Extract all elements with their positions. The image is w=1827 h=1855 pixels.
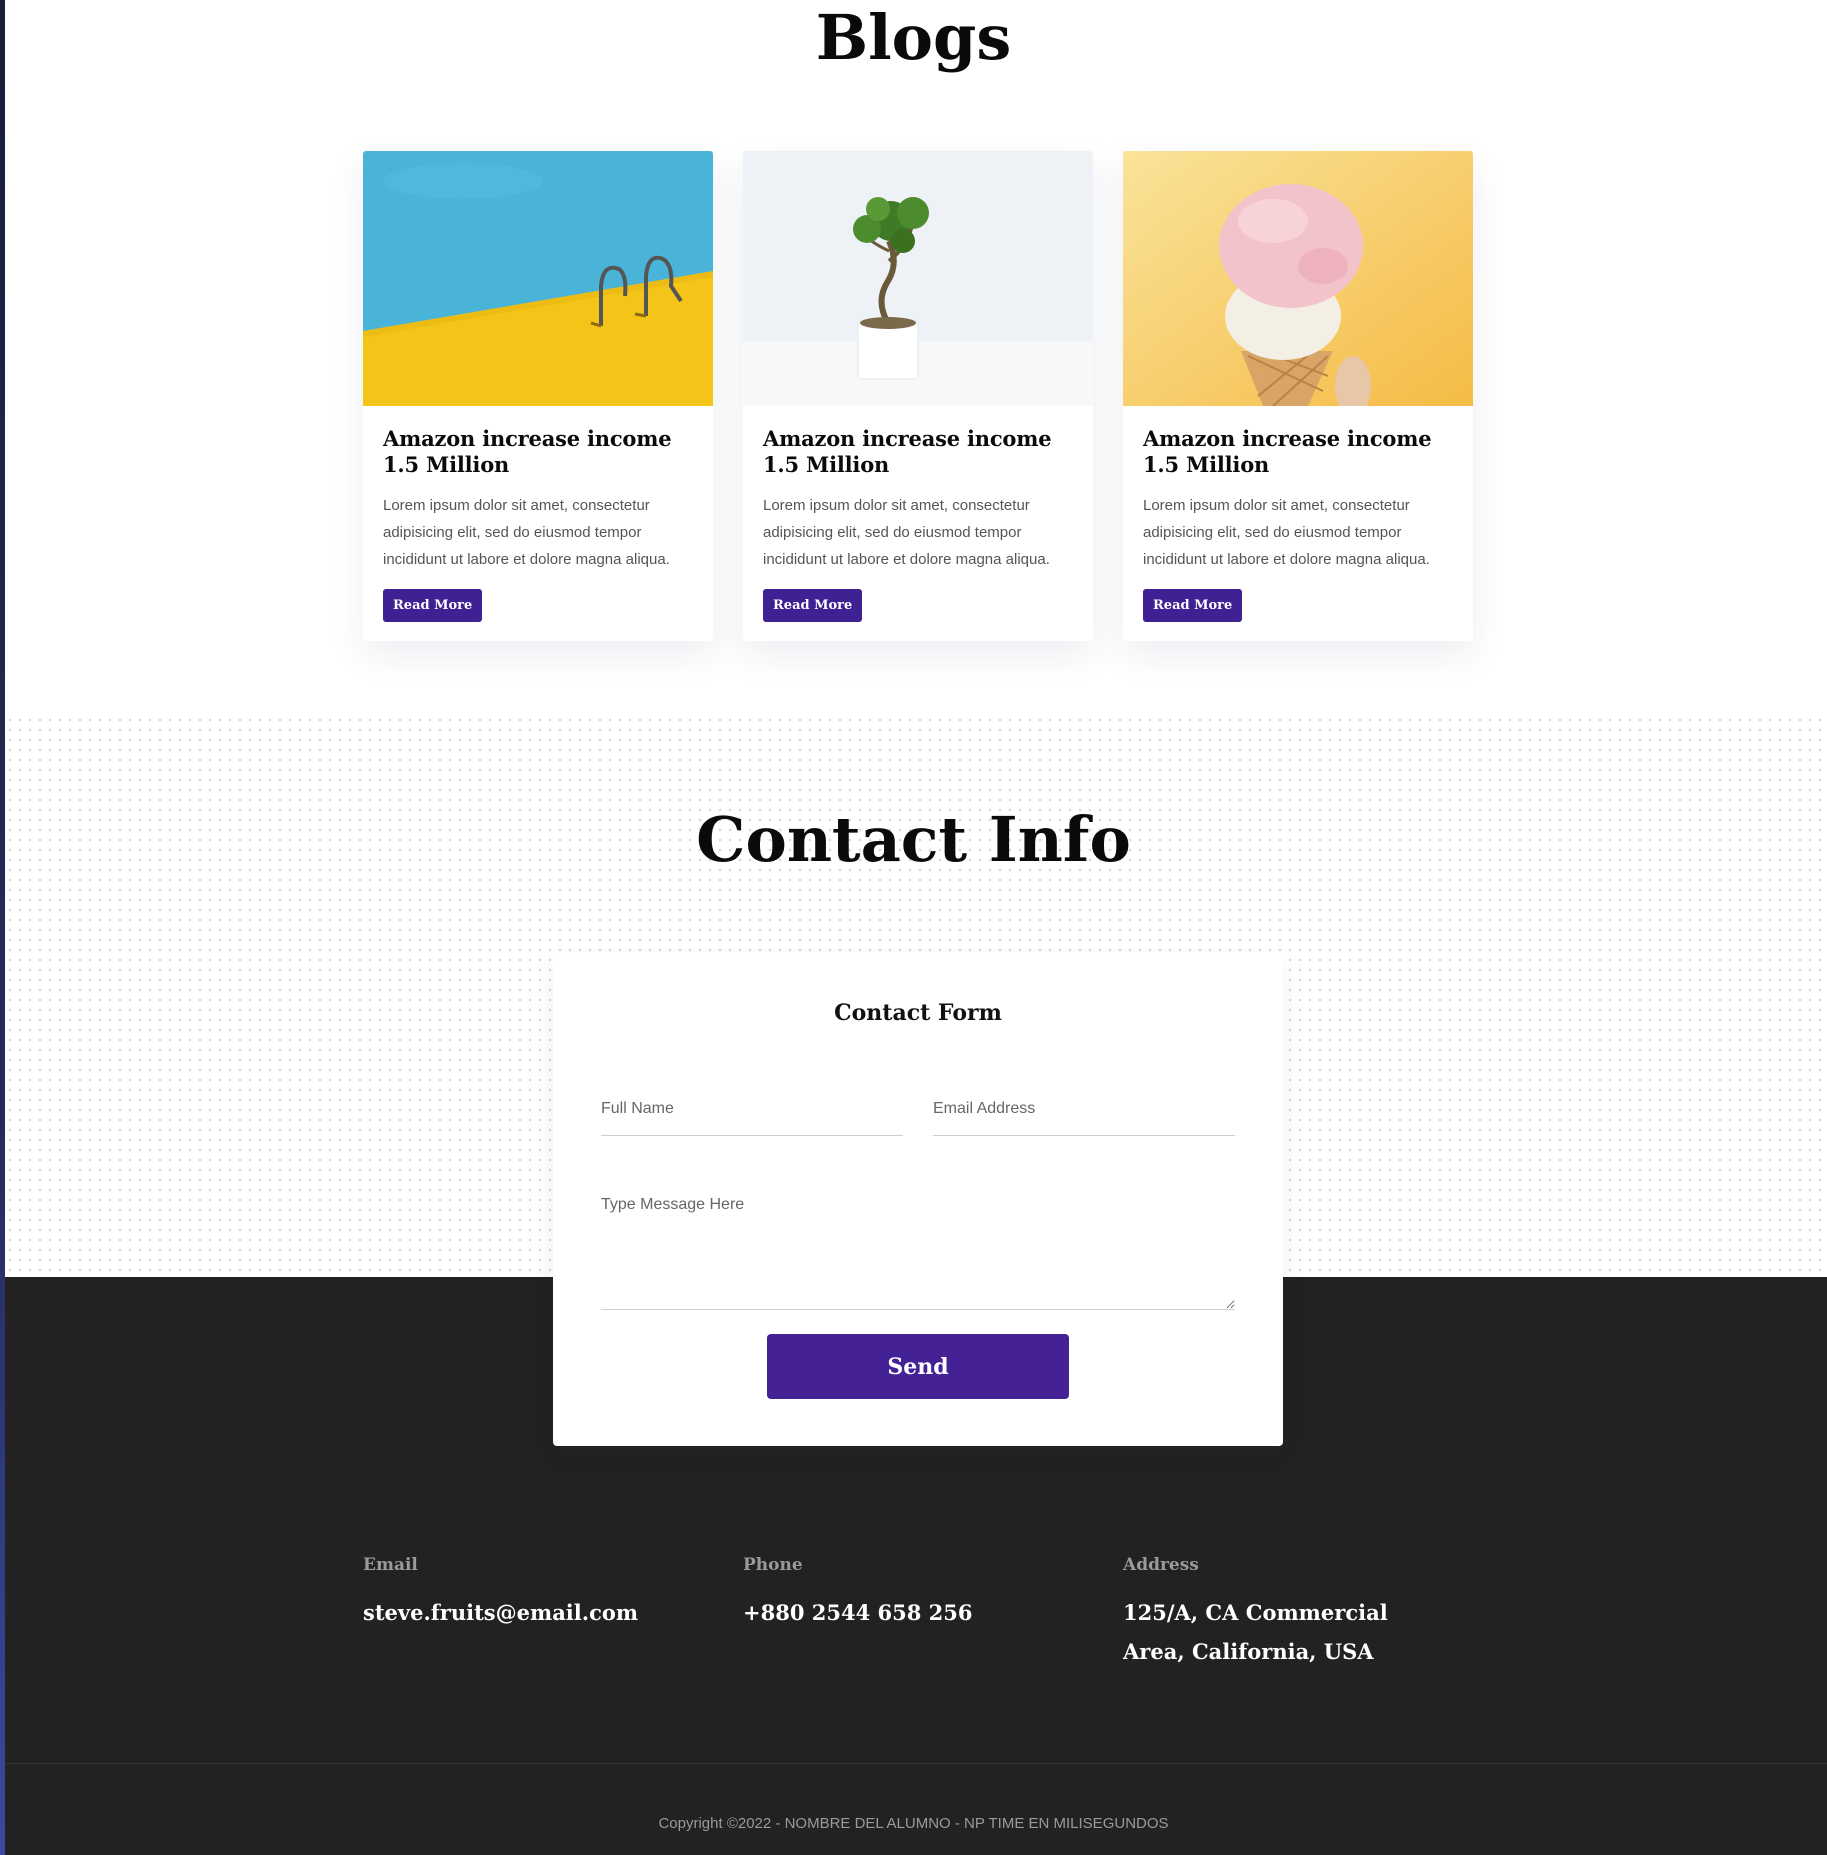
read-more-button[interactable]: Read More: [383, 589, 483, 622]
blog-card-excerpt: Lorem ipsum dolor sit amet, consectetur …: [763, 497, 1050, 568]
phone-value[interactable]: +880 2544 658 256: [743, 1593, 1073, 1632]
email-input[interactable]: [933, 1082, 1235, 1136]
blog-card-title[interactable]: Amazon increase income 1.5 Million: [763, 426, 1073, 478]
info-label: Phone: [743, 1555, 803, 1575]
read-more-button[interactable]: Read More: [1143, 589, 1243, 622]
blog-card-excerpt: Lorem ipsum dolor sit amet, consectetur …: [383, 497, 670, 568]
send-button[interactable]: Send: [767, 1334, 1069, 1399]
copyright-text: Copyright ©2022 - NOMBRE DEL ALUMNO - NP…: [658, 1815, 1169, 1832]
message-textarea[interactable]: [601, 1196, 1235, 1310]
contact-form: Contact Form Send: [553, 952, 1283, 1446]
full-name-input[interactable]: [601, 1082, 903, 1136]
blog-card: Amazon increase income 1.5 Million Lorem…: [363, 151, 713, 641]
blog-cards: Amazon increase income 1.5 Million Lorem…: [363, 151, 1473, 641]
blog-card: Amazon increase income 1.5 Million Lorem…: [743, 151, 1093, 641]
contact-info-phone: Phone +880 2544 658 256: [743, 1555, 1073, 1632]
blog-image-ice-cream[interactable]: [1123, 151, 1473, 406]
contact-info-address: Address 125/A, CA Commercial Area, Calif…: [1123, 1555, 1453, 1671]
address-value: 125/A, CA Commercial Area, California, U…: [1123, 1600, 1388, 1664]
footer-divider: [5, 1763, 1827, 1764]
contact-form-title: Contact Form: [834, 1000, 1002, 1026]
blogs-heading: Blogs: [815, 1, 1012, 74]
read-more-button[interactable]: Read More: [763, 589, 863, 622]
blog-image-pool[interactable]: [363, 151, 713, 406]
blog-card-excerpt: Lorem ipsum dolor sit amet, consectetur …: [1143, 497, 1430, 568]
contact-info-email: Email steve.fruits@email.com: [363, 1555, 693, 1632]
contact-heading: Contact Info: [696, 803, 1131, 876]
blog-card-title[interactable]: Amazon increase income 1.5 Million: [1143, 426, 1453, 478]
blog-image-bonsai[interactable]: [743, 151, 1093, 406]
info-label: Address: [1123, 1555, 1199, 1575]
blog-card-title[interactable]: Amazon increase income 1.5 Million: [383, 426, 693, 478]
email-value[interactable]: steve.fruits@email.com: [363, 1593, 693, 1632]
info-label: Email: [363, 1555, 418, 1575]
blog-card: Amazon increase income 1.5 Million Lorem…: [1123, 151, 1473, 641]
window-edge: [0, 0, 5, 1855]
